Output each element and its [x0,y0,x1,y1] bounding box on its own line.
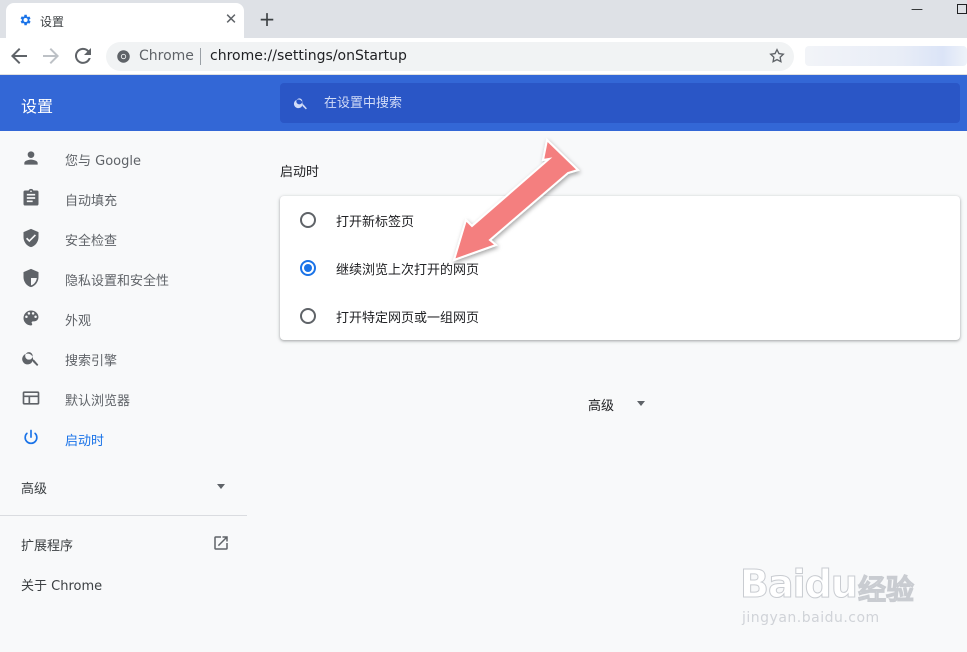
sidebar-item-label: 安全检查 [65,234,118,249]
sidebar-item-label: 启动时 [65,434,105,449]
radio-button[interactable] [300,212,316,228]
sidebar-advanced-label: 高级 [21,482,48,497]
advanced-label: 高级 [588,399,615,414]
omnibox-scheme-label: Chrome [139,48,194,64]
sidebar-item-label: 您与 Google [65,154,141,169]
reload-icon[interactable] [71,44,95,68]
maximize-icon[interactable] [957,4,967,14]
sidebar-item-on-startup[interactable]: 启动时 [0,418,247,458]
sidebar-item-label: 自动填充 [65,194,118,209]
option-label: 打开新标签页 [336,215,415,230]
sidebar-item-extensions[interactable]: 扩展程序 [0,523,247,563]
watermark-brand-cn: 经验 [857,573,915,607]
settings-search-box[interactable] [280,83,960,123]
sidebar-about-label: 关于 Chrome [21,579,103,594]
minimize-icon[interactable]: — [910,2,924,16]
startup-options-card: 打开新标签页 继续浏览上次打开的网页 打开特定网页或一组网页 [280,196,960,340]
search-icon [22,352,39,366]
sidebar-item-label: 搜索引擎 [65,354,118,369]
sidebar-item-label: 默认浏览器 [65,394,131,409]
tab-title: 设置 [40,15,65,29]
option-label: 打开特定网页或一组网页 [336,311,480,326]
sidebar-advanced-toggle[interactable]: 高级 [0,467,247,505]
startup-option-new-tab[interactable]: 打开新标签页 [280,196,960,244]
tab-settings[interactable]: 设置 ✕ [6,3,244,38]
clipboard-icon [23,188,39,206]
open-in-new-icon [214,536,228,550]
sidebar-item-autofill[interactable]: 自动填充 [0,178,247,218]
sidebar-item-you-and-google[interactable]: 您与 Google [0,138,247,178]
palette-icon [23,310,39,326]
startup-option-specific-pages[interactable]: 打开特定网页或一组网页 [280,292,960,340]
sidebar-item-label: 隐私设置和安全性 [65,274,170,289]
advanced-toggle[interactable]: 高级 [576,390,656,416]
omnibox-url[interactable]: chrome://settings/onStartup [210,48,407,64]
radio-button[interactable] [300,308,316,324]
search-icon [293,98,307,110]
sidebar-item-safety-check[interactable]: 安全检查 [0,218,247,258]
omnibox-separator [200,48,201,65]
option-label: 继续浏览上次打开的网页 [336,263,480,278]
browser-window-icon [22,391,40,405]
shield-half-icon [23,268,39,288]
person-icon [24,151,38,165]
sidebar-item-search-engine[interactable]: 搜索引擎 [0,338,247,378]
chrome-logo-icon [117,50,130,63]
sidebar-item-default-browser[interactable]: 默认浏览器 [0,378,247,418]
forward-arrow-icon[interactable] [39,44,63,68]
sidebar-item-appearance[interactable]: 外观 [0,298,247,338]
watermark-url: jingyan.baidu.com [742,610,880,626]
tab-strip: 设置 ✕ + — [0,0,967,38]
settings-header: 设置 [0,75,967,131]
sidebar-item-privacy[interactable]: 隐私设置和安全性 [0,258,247,298]
new-tab-icon[interactable]: + [256,8,278,30]
section-title: 启动时 [280,165,320,180]
power-icon [24,429,38,445]
shield-check-icon [23,228,39,248]
startup-option-continue[interactable]: 继续浏览上次打开的网页 [280,244,960,292]
watermark-brand: Baidu [740,562,859,607]
blurred-profile-area [805,46,967,66]
address-bar[interactable]: Chrome chrome://settings/onStartup [106,42,794,71]
back-arrow-icon[interactable] [7,44,31,68]
browser-toolbar: Chrome chrome://settings/onStartup [0,38,967,75]
chevron-down-icon [217,484,225,489]
sidebar: 您与 Google 自动填充 安全检查 隐私设置和安全性 外观 搜索引擎 默认浏… [0,131,247,652]
search-input[interactable] [324,83,944,123]
tab-close-icon[interactable]: ✕ [222,10,240,28]
page-title: 设置 [21,97,54,116]
gear-icon [20,14,31,26]
baidu-watermark: Baidu 经验 jingyan.baidu.com [740,548,960,636]
radio-button-checked[interactable] [300,260,316,276]
chevron-down-icon [637,401,645,406]
sidebar-divider [0,515,247,516]
sidebar-extensions-label: 扩展程序 [21,539,74,554]
sidebar-item-about-chrome[interactable]: 关于 Chrome [0,563,247,603]
sidebar-item-label: 外观 [65,314,92,329]
bookmark-star-icon[interactable] [768,47,786,65]
